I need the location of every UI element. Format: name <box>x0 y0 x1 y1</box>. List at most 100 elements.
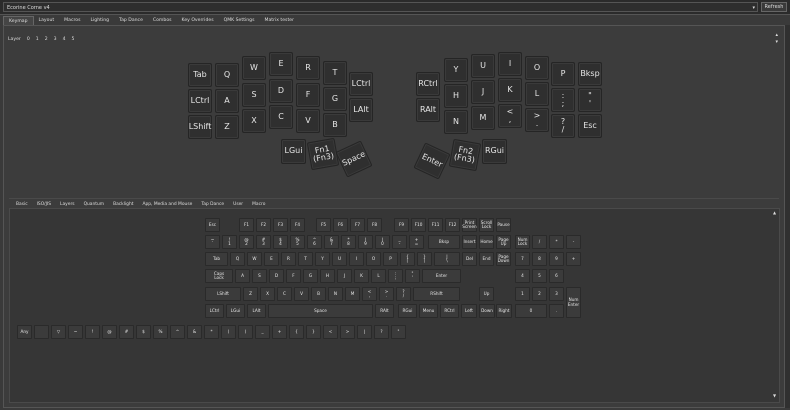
keycode-r1-12[interactable]: + = <box>409 235 424 249</box>
keycode-bottom-7[interactable]: $ <box>136 325 151 339</box>
keycode-tab-user[interactable]: User <box>233 202 243 207</box>
keycode-r3-13[interactable]: 4 <box>515 269 530 283</box>
key-ralt[interactable]: RAlt <box>416 98 440 122</box>
layer-4[interactable]: 4 <box>63 37 66 42</box>
keycode-r1-6[interactable]: ^ 6 <box>307 235 322 249</box>
keycode-r4-5[interactable]: B <box>311 287 326 301</box>
key-b[interactable]: B <box>323 113 347 137</box>
key-k[interactable]: K <box>498 78 522 102</box>
keycode-r0-8[interactable]: F8 <box>367 218 382 232</box>
keycode-bottom-13[interactable]: ) <box>238 325 253 339</box>
keycode-r0-12[interactable]: F12 <box>445 218 460 232</box>
keycode-r2-0[interactable]: Tab <box>205 252 228 266</box>
keycode-r0-7[interactable]: F7 <box>350 218 365 232</box>
keycode-bottom-14[interactable]: _ <box>255 325 270 339</box>
key-esc[interactable]: Esc <box>578 114 602 138</box>
keycode-r2-20[interactable]: + <box>566 252 581 266</box>
keycode-r2-18[interactable]: 8 <box>532 252 547 266</box>
keycode-r1-15[interactable]: Home <box>479 235 494 249</box>
keycode-r0-6[interactable]: F6 <box>333 218 348 232</box>
key-a[interactable]: A <box>215 89 239 113</box>
keycode-r1-1[interactable]: ! 1 <box>222 235 237 249</box>
zoom-arrows[interactable]: ▴ ▾ <box>775 32 778 46</box>
keycode-tab-basic[interactable]: Basic <box>16 202 28 207</box>
zoom-in-icon[interactable]: ▴ <box>775 32 778 39</box>
keycode-r0-3[interactable]: F3 <box>273 218 288 232</box>
keycode-r3-9[interactable]: L <box>371 269 386 283</box>
keycode-r4-10[interactable]: ? / <box>396 287 411 301</box>
keycode-r5-7[interactable]: RCtrl <box>440 304 459 318</box>
key-z[interactable]: Z <box>215 115 239 139</box>
keyboard-select[interactable]: Ecorine Corne v4 ▾ <box>3 2 758 12</box>
keycode-r4-8[interactable]: < , <box>362 287 377 301</box>
keycode-r2-5[interactable]: T <box>298 252 313 266</box>
keycode-r5-12[interactable]: . <box>549 304 564 318</box>
keycode-bottom-15[interactable]: + <box>272 325 287 339</box>
tab-key-overrides[interactable]: Key Overrides <box>177 16 219 25</box>
key-semi[interactable]: : ; <box>551 88 575 112</box>
key-lctrl2[interactable]: LCtrl <box>349 72 373 96</box>
key-i[interactable]: I <box>498 52 522 76</box>
key-u[interactable]: U <box>471 54 495 78</box>
keycode-r5-4[interactable]: RAlt <box>375 304 394 318</box>
key-f[interactable]: F <box>296 83 320 107</box>
keycode-r3-15[interactable]: 6 <box>549 269 564 283</box>
tab-keymap[interactable]: Keymap <box>3 16 34 25</box>
zoom-out-icon[interactable]: ▾ <box>775 39 778 46</box>
outer-scrollbar[interactable] <box>785 25 790 408</box>
keycode-tab-backlight[interactable]: Backlight <box>113 202 133 207</box>
keycode-r1-18[interactable]: / <box>532 235 547 249</box>
keycode-r1-7[interactable]: & 7 <box>324 235 339 249</box>
keycode-r2-17[interactable]: 7 <box>515 252 530 266</box>
key-x[interactable]: X <box>242 109 266 133</box>
key-o[interactable]: O <box>525 56 549 80</box>
tab-qmk-settings[interactable]: QMK Settings <box>219 16 260 25</box>
layer-0[interactable]: 0 <box>27 37 30 42</box>
keycode-tab-app-media-and-mouse[interactable]: App, Media and Mouse <box>142 202 192 207</box>
key-s[interactable]: S <box>242 83 266 107</box>
keycode-r2-14[interactable]: Del <box>462 252 477 266</box>
keycode-r5-6[interactable]: Menu <box>419 304 438 318</box>
keycode-r4-11[interactable]: RShift <box>413 287 460 301</box>
keycode-bottom-1[interactable] <box>34 325 49 339</box>
keycode-r1-4[interactable]: $ 4 <box>273 235 288 249</box>
keycode-r3-7[interactable]: J <box>337 269 352 283</box>
keycode-r5-0[interactable]: LCtrl <box>205 304 224 318</box>
key-t[interactable]: T <box>323 61 347 85</box>
keycode-r2-9[interactable]: O <box>366 252 381 266</box>
keycode-bottom-4[interactable]: ! <box>85 325 100 339</box>
key-j[interactable]: J <box>471 80 495 104</box>
keycode-r5-9[interactable]: Down <box>479 304 495 318</box>
keycode-r1-17[interactable]: Num Lock <box>515 235 530 249</box>
keycode-r1-19[interactable]: * <box>549 235 564 249</box>
keycode-bottom-12[interactable]: ( <box>221 325 236 339</box>
key-h[interactable]: H <box>444 84 468 108</box>
key-quote[interactable]: " ' <box>578 88 602 112</box>
keycode-r4-6[interactable]: N <box>328 287 343 301</box>
key-lshift[interactable]: LShift <box>188 115 212 139</box>
keycode-r1-16[interactable]: Page Up <box>496 235 511 249</box>
keycode-r3-2[interactable]: S <box>252 269 267 283</box>
keycode-r4-16[interactable]: Num Enter <box>566 287 581 318</box>
keycode-r5-3[interactable]: Space <box>268 304 373 318</box>
keycode-r4-13[interactable]: 1 <box>515 287 530 301</box>
key-g[interactable]: G <box>323 87 347 111</box>
tab-lighting[interactable]: Lighting <box>85 16 114 25</box>
keycode-r0-10[interactable]: F10 <box>411 218 426 232</box>
key-w[interactable]: W <box>242 56 266 80</box>
keycode-r1-2[interactable]: @ 2 <box>239 235 254 249</box>
keycode-bottom-6[interactable]: # <box>119 325 134 339</box>
keycode-bottom-16[interactable]: { <box>289 325 304 339</box>
keycode-r0-0[interactable]: Esc <box>205 218 220 232</box>
key-v[interactable]: V <box>296 109 320 133</box>
scroll-down-icon[interactable]: ▼ <box>773 393 776 398</box>
keycode-r4-9[interactable]: > . <box>379 287 394 301</box>
keycode-tab-quantum[interactable]: Quantum <box>84 202 105 207</box>
keycode-r2-3[interactable]: E <box>264 252 279 266</box>
keycode-bottom-11[interactable]: * <box>204 325 219 339</box>
keycode-r0-5[interactable]: F5 <box>316 218 331 232</box>
layer-3[interactable]: 3 <box>54 37 57 42</box>
keycode-r2-11[interactable]: { [ <box>400 252 415 266</box>
tab-tap-dance[interactable]: Tap Dance <box>114 16 148 25</box>
keycode-r2-12[interactable]: } ] <box>417 252 432 266</box>
